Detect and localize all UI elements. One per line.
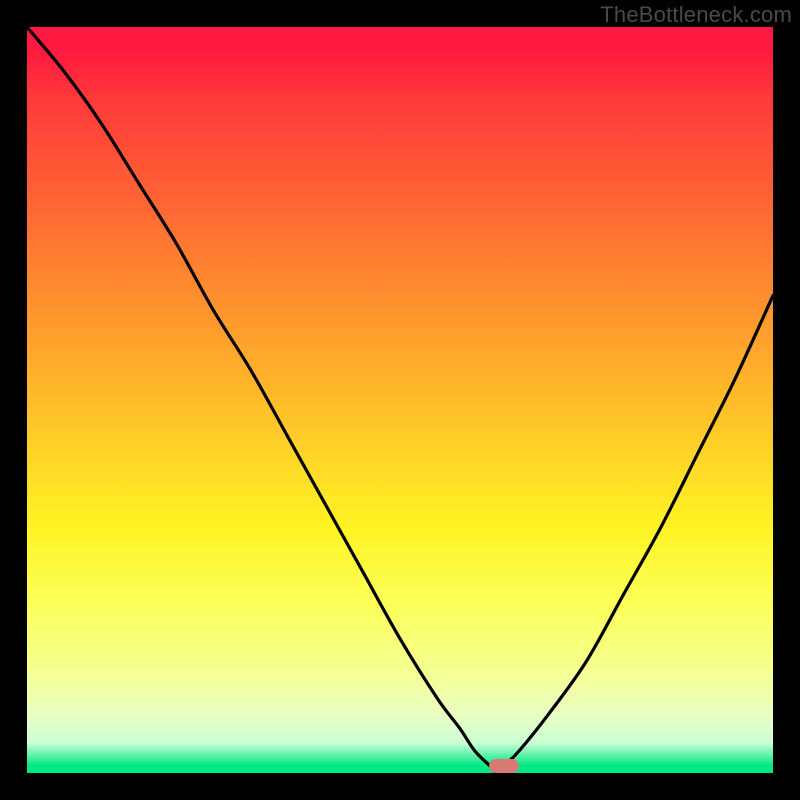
- chart-frame: TheBottleneck.com: [0, 0, 800, 800]
- curve-path: [27, 27, 773, 773]
- mismatch-curve: [27, 27, 773, 773]
- plot-area: [27, 27, 773, 773]
- optimal-marker: [489, 759, 519, 773]
- watermark-text: TheBottleneck.com: [600, 2, 792, 28]
